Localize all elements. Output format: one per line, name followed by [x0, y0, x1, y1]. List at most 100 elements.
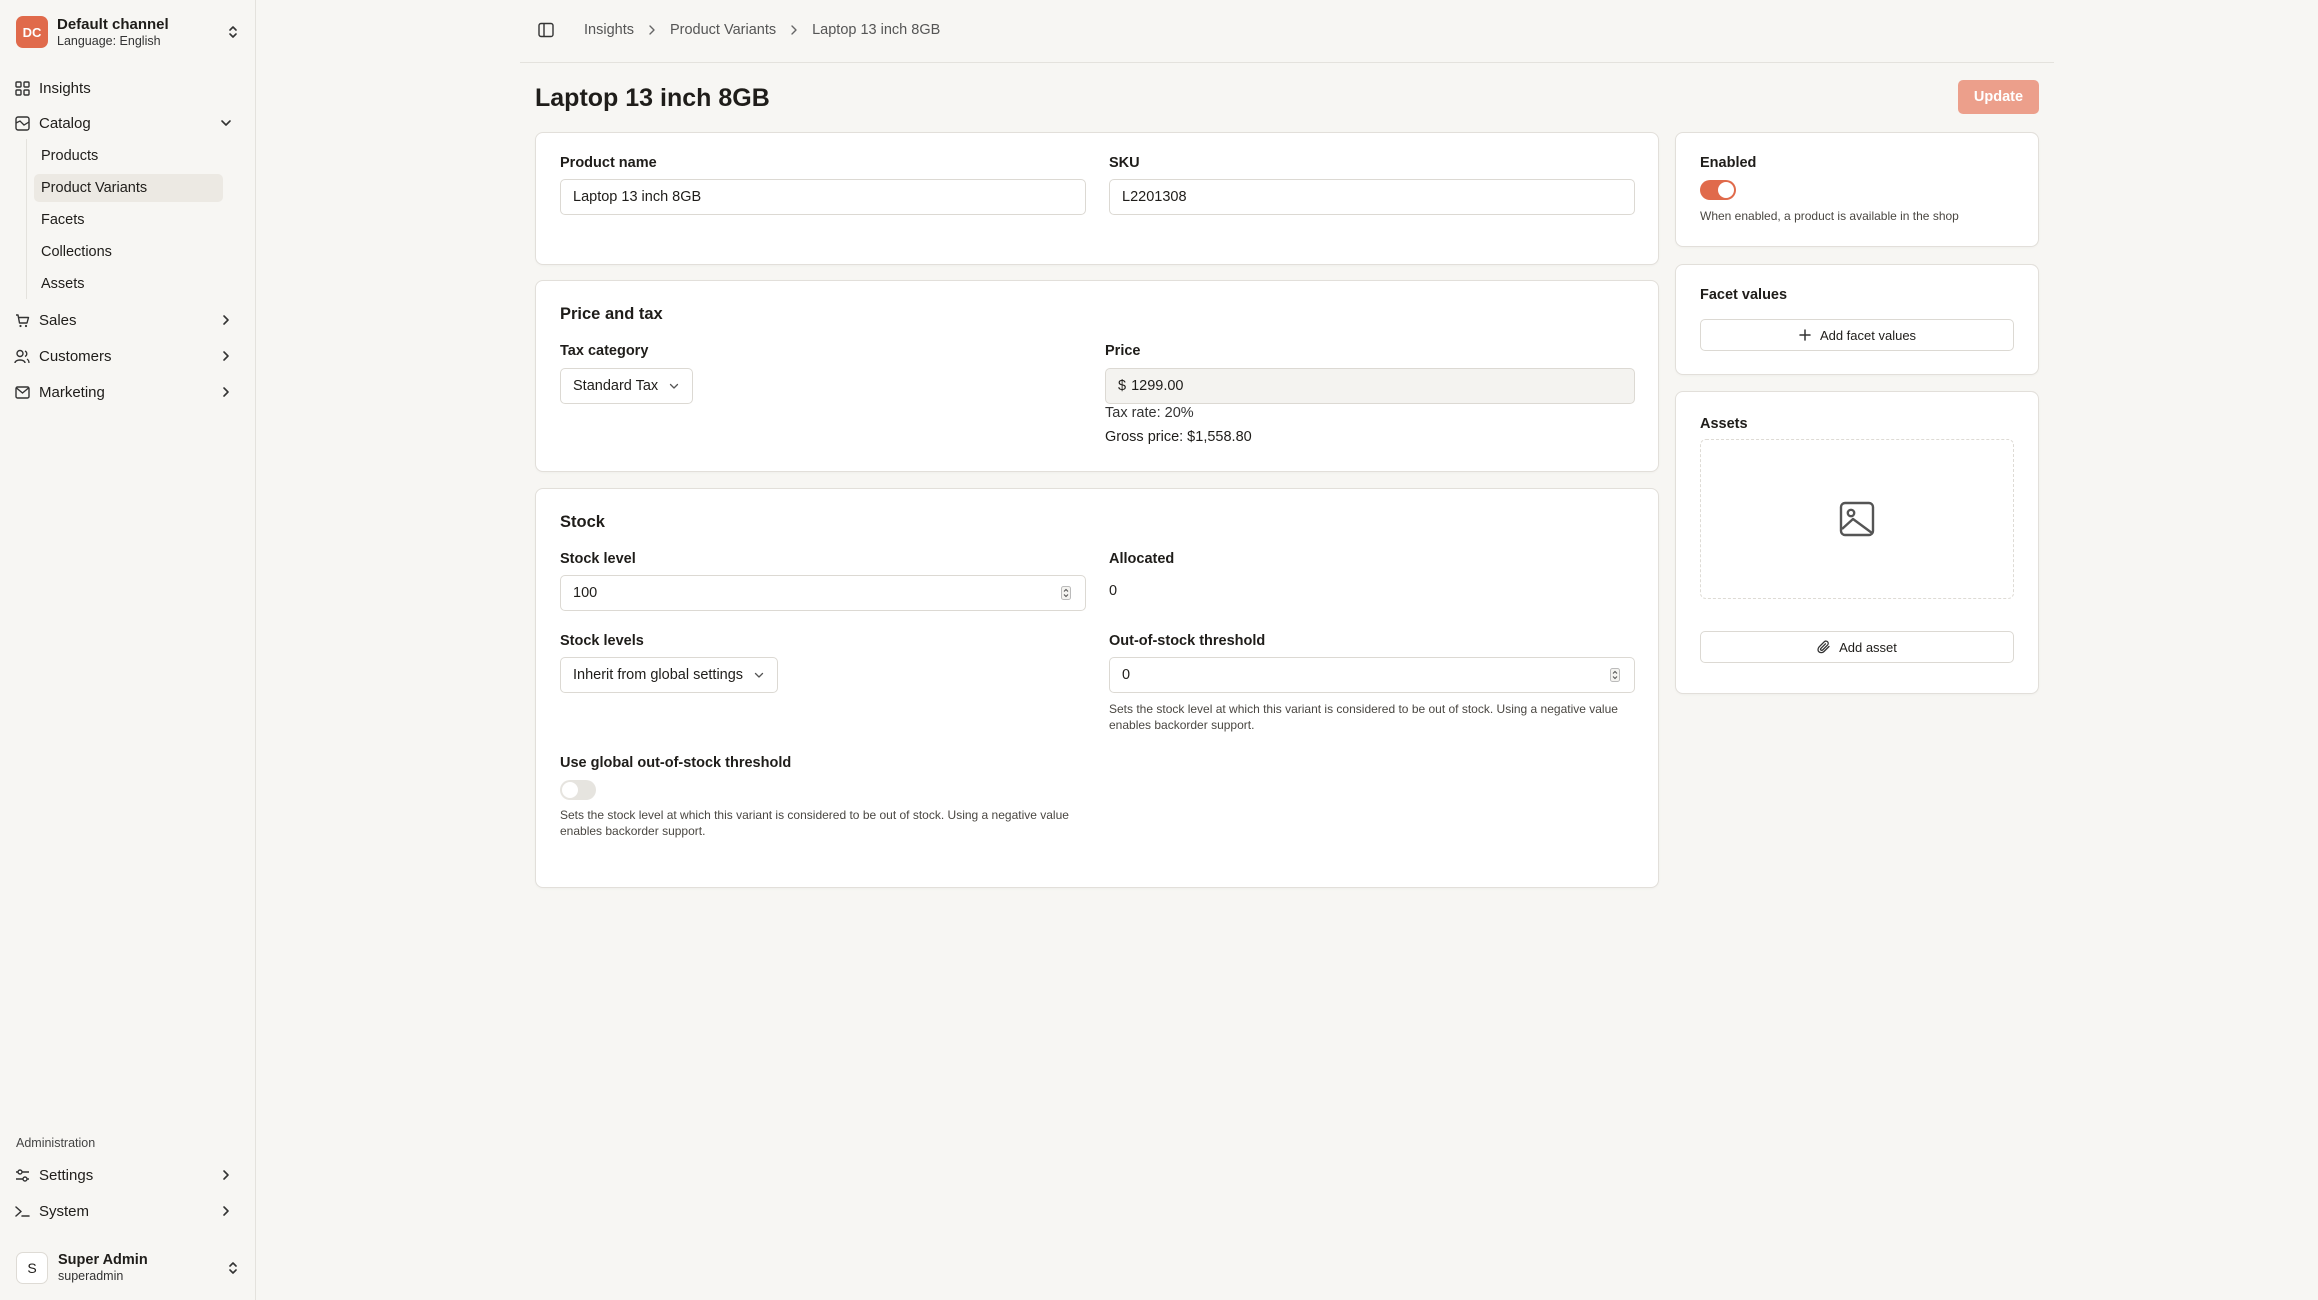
threshold-value: 0	[1122, 667, 1131, 683]
add-facet-values-button[interactable]: Add facet values	[1700, 319, 2014, 351]
product-name-label: Product name	[560, 155, 657, 171]
users-icon	[14, 348, 30, 364]
enabled-label: Enabled	[1700, 155, 1757, 171]
assets-title: Assets	[1700, 416, 1748, 432]
top-bar: Insights Product Variants Laptop 13 inch…	[520, 0, 2054, 63]
breadcrumb-insights[interactable]: Insights	[584, 22, 634, 38]
price-tax-title: Price and tax	[560, 305, 663, 323]
sidebar: DC Default channel Language: English Ins…	[0, 0, 256, 1300]
assets-card: Assets Add asset	[1675, 391, 2039, 694]
chevron-down-icon	[218, 115, 234, 131]
threshold-input[interactable]: 0	[1109, 657, 1635, 693]
submenu-divider	[26, 139, 27, 299]
stock-levels-label: Stock levels	[560, 633, 644, 649]
sidebar-toggle-icon[interactable]	[538, 22, 556, 40]
sidebar-item-label: Marketing	[39, 383, 105, 401]
asset-dropzone[interactable]	[1700, 439, 2014, 599]
enabled-card: Enabled When enabled, a product is avail…	[1675, 132, 2039, 247]
stock-card: Stock Stock level 100 Allocated 0 Stock …	[535, 488, 1659, 888]
threshold-help-text: Sets the stock level at which this varia…	[1109, 702, 1618, 732]
chevron-right-icon	[788, 24, 800, 36]
sidebar-item-label: Insights	[39, 79, 91, 97]
chevron-right-icon	[218, 1203, 234, 1219]
price-label: Price	[1105, 343, 1141, 359]
catalog-icon	[14, 115, 30, 131]
stock-title: Stock	[560, 513, 605, 531]
sidebar-item-products[interactable]: Products	[34, 142, 223, 170]
tax-rate-text: Tax rate: 20%	[1105, 405, 1194, 421]
global-threshold-toggle[interactable]	[560, 780, 596, 800]
user-menu[interactable]: S Super Admin superadmin	[16, 1250, 240, 1286]
sidebar-item-system[interactable]: System	[14, 1196, 242, 1226]
number-stepper-icon[interactable]	[1608, 666, 1622, 684]
breadcrumb: Insights Product Variants Laptop 13 inch…	[584, 22, 940, 38]
chevron-right-icon	[218, 348, 234, 364]
tax-category-select[interactable]: Standard Tax	[560, 368, 694, 404]
breadcrumb-product-variants[interactable]: Product Variants	[670, 22, 776, 38]
sidebar-item-label: Customers	[39, 347, 112, 365]
facet-values-title: Facet values	[1700, 287, 1788, 303]
image-placeholder-icon	[1839, 501, 1875, 542]
product-name-input[interactable]: Laptop 13 inch 8GB	[560, 179, 1086, 215]
stock-levels-value: Inherit from global settings	[573, 667, 744, 683]
sidebar-item-product-variants[interactable]: Product Variants	[34, 174, 223, 202]
tax-category-value: Standard Tax	[573, 378, 659, 394]
stock-level-label: Stock level	[560, 551, 636, 567]
terminal-icon	[14, 1203, 30, 1219]
sidebar-item-label: Sales	[39, 311, 77, 329]
product-details-card: Product name Laptop 13 inch 8GB SKU L220…	[535, 132, 1659, 265]
user-name: Super Admin	[58, 1252, 148, 1268]
sidebar-item-label: System	[39, 1202, 90, 1220]
enabled-toggle[interactable]	[1700, 180, 1736, 200]
global-threshold-help-text: Sets the stock level at which this varia…	[560, 808, 1069, 838]
sidebar-item-insights[interactable]: Insights	[14, 73, 242, 103]
facet-values-card: Facet values Add facet values	[1675, 264, 2039, 375]
tax-category-label: Tax category	[560, 343, 649, 359]
add-asset-label: Add asset	[1839, 639, 1897, 655]
paperclip-icon	[1817, 640, 1831, 654]
chevron-down-icon	[668, 380, 680, 392]
gross-price-text: Gross price: $1,558.80	[1105, 429, 1252, 445]
channel-badge: DC	[16, 16, 48, 48]
sku-input[interactable]: L2201308	[1109, 179, 1635, 215]
threshold-label: Out-of-stock threshold	[1109, 633, 1266, 649]
currency-symbol: $	[1118, 378, 1127, 394]
user-username: superadmin	[58, 1269, 124, 1283]
channel-switcher[interactable]: DC Default channel Language: English	[16, 15, 240, 49]
cart-icon	[14, 312, 30, 328]
sidebar-item-customers[interactable]: Customers	[14, 341, 242, 371]
sidebar-item-settings[interactable]: Settings	[14, 1160, 242, 1190]
sidebar-item-label: Settings	[39, 1166, 94, 1184]
sidebar-item-collections[interactable]: Collections	[34, 238, 223, 266]
chevrons-up-down-icon	[226, 23, 240, 41]
enabled-help-text: When enabled, a product is available in …	[1700, 209, 1959, 223]
sidebar-item-marketing[interactable]: Marketing	[14, 377, 242, 407]
allocated-value: 0	[1109, 583, 1118, 599]
chevron-right-icon	[218, 384, 234, 400]
channel-name: Default channel	[57, 15, 169, 33]
sidebar-item-catalog[interactable]: Catalog	[14, 108, 242, 138]
add-facet-values-label: Add facet values	[1819, 327, 1917, 343]
number-stepper-icon[interactable]	[1059, 584, 1073, 602]
chevron-right-icon	[218, 1167, 234, 1183]
price-input[interactable]: $ 1299.00	[1105, 368, 1635, 404]
avatar: S	[16, 1252, 48, 1284]
sidebar-item-facets[interactable]: Facets	[34, 206, 223, 234]
settings-sliders-icon	[14, 1167, 30, 1183]
add-asset-button[interactable]: Add asset	[1700, 631, 2014, 663]
administration-label: Administration	[16, 1136, 96, 1150]
sidebar-item-assets[interactable]: Assets	[34, 270, 223, 298]
chevron-down-icon	[753, 669, 765, 681]
plus-icon	[1798, 328, 1812, 342]
page-title: Laptop 13 inch 8GB	[535, 84, 770, 112]
stock-level-input[interactable]: 100	[560, 575, 1086, 611]
stock-levels-select[interactable]: Inherit from global settings	[560, 657, 779, 693]
sidebar-item-label: Catalog	[39, 114, 91, 132]
price-tax-card: Price and tax Tax category Standard Tax …	[535, 280, 1659, 472]
chevron-right-icon	[218, 312, 234, 328]
global-threshold-label: Use global out-of-stock threshold	[560, 755, 792, 771]
sku-label: SKU	[1109, 155, 1140, 171]
sidebar-item-sales[interactable]: Sales	[14, 305, 242, 335]
mail-icon	[14, 384, 30, 400]
update-button[interactable]: Update	[1958, 80, 2039, 114]
